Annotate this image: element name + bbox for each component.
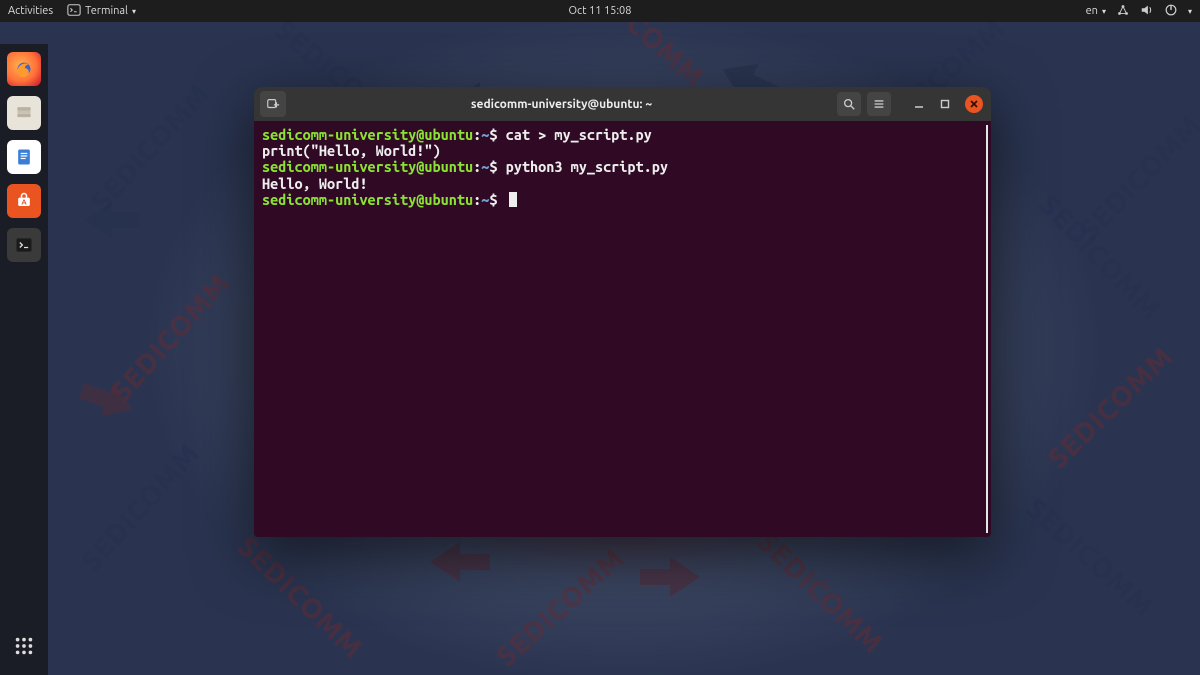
search-button[interactable] xyxy=(837,92,861,116)
terminal-mini-icon xyxy=(67,3,81,20)
show-applications[interactable] xyxy=(7,629,41,663)
new-tab-button[interactable] xyxy=(260,91,286,117)
files-icon[interactable] xyxy=(7,96,41,130)
terminal-body[interactable]: sedicomm-university@ubuntu:~$ cat > my_s… xyxy=(254,121,991,537)
volume-icon[interactable] xyxy=(1140,3,1154,20)
wallpaper-text: SEDICOMM xyxy=(75,437,205,577)
power-icon[interactable] xyxy=(1164,3,1178,20)
input-language[interactable]: en ▾ xyxy=(1086,5,1106,17)
dock: A xyxy=(0,44,48,675)
firefox-icon[interactable] xyxy=(7,52,41,86)
wallpaper-text: SEDICOMM xyxy=(1073,109,1200,246)
document-icon[interactable] xyxy=(7,140,41,174)
network-icon[interactable] xyxy=(1116,3,1130,20)
active-app-menu[interactable]: Terminal ▾ xyxy=(67,3,136,20)
wallpaper-text: SEDICOMM xyxy=(85,77,215,217)
terminal-line: print("Hello, World!") xyxy=(262,143,983,159)
terminal-icon[interactable] xyxy=(7,228,41,262)
minimize-button[interactable] xyxy=(909,92,929,116)
cursor xyxy=(509,192,517,207)
wallpaper-text: SEDICOMM xyxy=(570,22,710,93)
close-button[interactable] xyxy=(965,95,983,113)
desktop: SEDICOMM SEDICOMM SEDICOMM SEDICOMM SEDI… xyxy=(0,22,1200,675)
terminal-line: sedicomm-university@ubuntu:~$ cat > my_s… xyxy=(262,127,983,143)
scrollbar[interactable] xyxy=(986,125,988,533)
wallpaper-text: SEDICOMM xyxy=(752,526,889,660)
top-panel: Activities Terminal ▾ Oct 11 15:08 en ▾ … xyxy=(0,0,1200,22)
terminal-line: sedicomm-university@ubuntu:~$ xyxy=(262,192,983,208)
activities-button[interactable]: Activities xyxy=(8,5,53,17)
wallpaper-text: SEDICOMM xyxy=(1042,341,1179,475)
clock[interactable]: Oct 11 15:08 xyxy=(569,5,632,17)
terminal-window: sedicomm-university@ubuntu: ~ sedicomm-u… xyxy=(254,87,991,537)
window-title: sedicomm-university@ubuntu: ~ xyxy=(292,98,831,111)
active-app-label: Terminal xyxy=(85,5,128,17)
software-icon[interactable]: A xyxy=(7,184,41,218)
wallpaper-text: SEDICOMM xyxy=(490,542,630,672)
chevron-down-icon: ▾ xyxy=(132,7,136,16)
terminal-line: sedicomm-university@ubuntu:~$ python3 my… xyxy=(262,159,983,175)
language-label: en xyxy=(1086,5,1098,17)
wallpaper-text: SEDICOMM xyxy=(232,531,369,665)
chevron-down-icon: ▾ xyxy=(1102,7,1106,16)
wallpaper-text: SEDICOMM xyxy=(1020,492,1160,622)
titlebar[interactable]: sedicomm-university@ubuntu: ~ xyxy=(254,87,991,121)
svg-text:A: A xyxy=(21,198,27,206)
chevron-down-icon: ▾ xyxy=(1188,7,1192,16)
maximize-button[interactable] xyxy=(935,92,955,116)
terminal-line: Hello, World! xyxy=(262,176,983,192)
hamburger-menu[interactable] xyxy=(867,92,891,116)
